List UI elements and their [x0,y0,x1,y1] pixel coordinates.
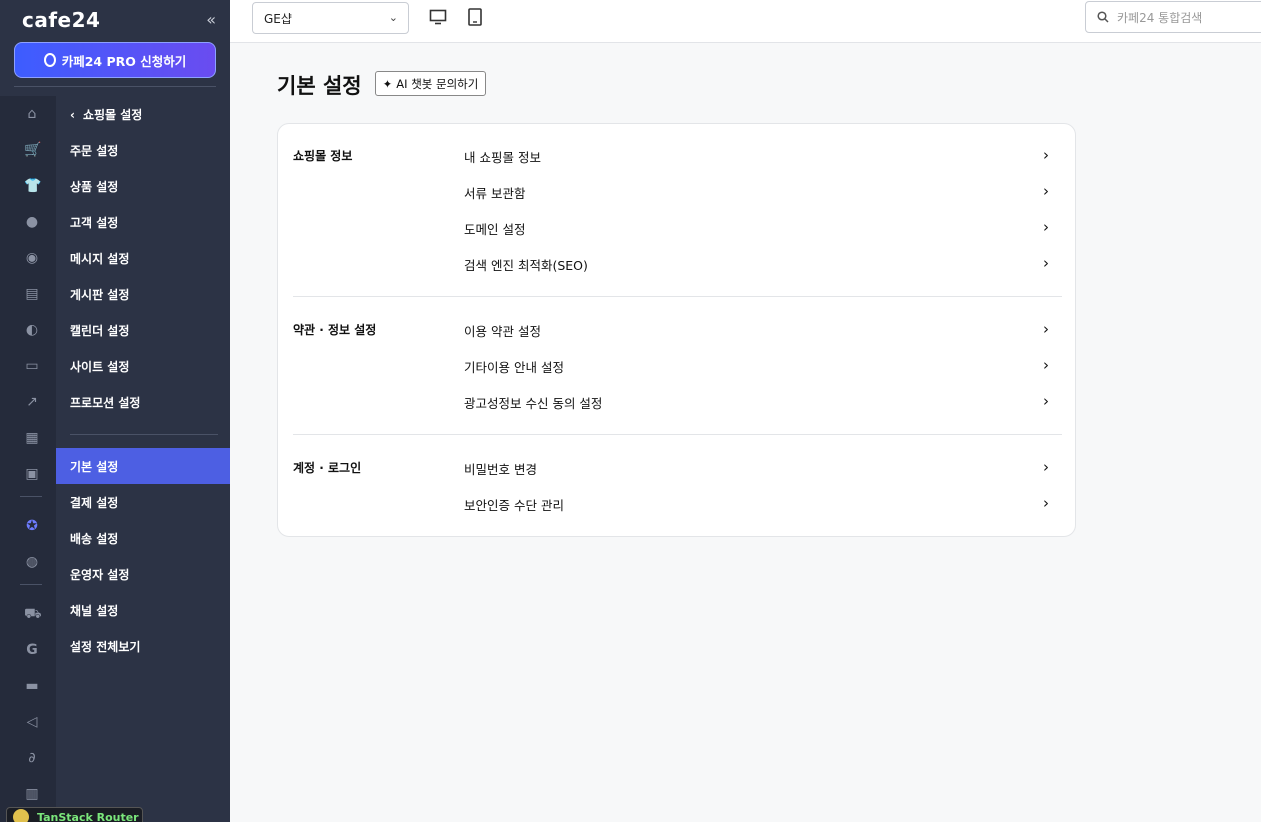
submenu-item-message[interactable]: 메시지 설정 [56,240,230,276]
shop-select-value: GE샵 [264,11,292,26]
link-label: 검색 엔진 최적화(SEO) [464,257,588,273]
chevron-down-icon: ⌄ [388,11,398,24]
submenu-item-product[interactable]: 상품 설정 [56,168,230,204]
chevron-right-icon: › [1043,494,1049,512]
link-terms-of-use[interactable]: 이용 약관 설정 › [464,320,1049,340]
sidebar: cafe24 « 카페24 PRO 신청하기 ⌂ 🛒 👕 ● ◉ ▤ ◐ ▭ ↗… [0,0,230,822]
chevron-right-icon: › [1043,320,1049,338]
chevron-right-icon: › [1043,458,1049,476]
submenu-item-customer[interactable]: 고객 설정 [56,204,230,240]
link-label: 비밀번호 변경 [464,461,537,477]
briefcase-icon[interactable]: ▬ [24,678,40,694]
settings-card: 쇼핑몰 정보 내 쇼핑몰 정보 › 서류 보관함 › 도메인 설정 › 검색 엔… [277,123,1076,537]
cake-icon[interactable]: ▥ [24,786,40,802]
ai-chatbot-button[interactable]: ✦ AI 챗봇 문의하기 [375,71,486,96]
devtools-label: TanStack Router [37,810,139,822]
section-divider [293,434,1062,435]
submenu-item-basic[interactable]: 기본 설정 [56,448,230,484]
submenu-item-promotion[interactable]: 프로모션 설정 [56,384,230,420]
page-title: 기본 설정 [277,74,362,98]
search-icon [1097,11,1109,23]
link-document-storage[interactable]: 서류 보관함 › [464,182,1049,202]
tablet-icon[interactable] [467,8,483,26]
google-icon[interactable]: G [24,642,40,658]
back-label: 쇼핑몰 설정 [82,108,143,122]
link-label: 기타이용 안내 설정 [464,359,564,375]
chat-icon[interactable]: ◉ [24,250,40,266]
sparkle-icon: ✦ [382,76,393,91]
chevron-left-icon: ‹ [70,107,75,122]
truck-icon[interactable]: ⛟ [24,606,42,622]
icon-rail: ⌂ 🛒 👕 ● ◉ ▤ ◐ ▭ ↗ ▦ ▣ ✪ ◍ ⛟ G ▬ ◁ ∂ ▥ [0,96,56,822]
palette-icon[interactable]: ◐ [24,322,40,338]
megaphone-icon[interactable]: ◁ [24,714,40,730]
home-icon[interactable]: ⌂ [24,106,40,122]
link-label: 내 쇼핑몰 정보 [464,149,541,165]
link-label: 서류 보관함 [464,185,526,201]
chevron-right-icon: › [1043,218,1049,236]
shirt-icon[interactable]: 👕 [24,178,41,194]
board-icon[interactable]: ▤ [24,286,40,302]
cafe24-logo[interactable]: cafe24 [22,8,100,32]
cart-icon[interactable]: 🛒 [24,142,41,158]
link-label: 보안인증 수단 관리 [464,497,564,513]
chevron-right-icon: › [1043,356,1049,374]
search-placeholder: 카페24 통합검색 [1117,10,1203,25]
link-my-shop-info[interactable]: 내 쇼핑몰 정보 › [464,146,1049,166]
submenu-divider [70,434,218,435]
rail-divider [20,584,42,585]
sidebar-divider [14,86,216,87]
link-domain-settings[interactable]: 도메인 설정 › [464,218,1049,238]
link-label: 도메인 설정 [464,221,526,237]
user-icon[interactable]: ● [24,214,40,230]
stats-icon[interactable]: ▦ [24,430,40,446]
excel-icon[interactable]: ▣ [24,466,40,482]
globe-icon[interactable]: ◍ [24,554,40,570]
shop-select[interactable]: GE샵 ⌄ [252,2,409,34]
tanstack-router-devtools[interactable]: TanStack Router [6,807,143,822]
ai-chatbot-label: AI 챗봇 문의하기 [396,76,479,91]
submenu-item-shipping[interactable]: 배송 설정 [56,520,230,556]
submenu-item-payment[interactable]: 결제 설정 [56,484,230,520]
submenu-item-calendar[interactable]: 캘린더 설정 [56,312,230,348]
chevron-right-icon: › [1043,182,1049,200]
section-divider [293,296,1062,297]
medal-icon [43,53,56,67]
section-title-shop-info: 쇼핑몰 정보 [293,149,353,163]
submenu-item-channel[interactable]: 채널 설정 [56,592,230,628]
section-title-terms: 약관 · 정보 설정 [293,323,377,337]
submenu-item-operator[interactable]: 운영자 설정 [56,556,230,592]
top-header: GE샵 ⌄ 카페24 통합검색 [230,0,1261,43]
link-other-usage-guide[interactable]: 기타이용 안내 설정 › [464,356,1049,376]
global-search[interactable]: 카페24 통합검색 [1085,1,1261,33]
submenu-item-all-settings[interactable]: 설정 전체보기 [56,628,230,664]
tanstack-logo-icon [13,809,29,822]
rail-divider [20,496,42,497]
chevron-right-icon: › [1043,392,1049,410]
chart-icon[interactable]: ↗ [24,394,40,410]
link-change-password[interactable]: 비밀번호 변경 › [464,458,1049,478]
link-label: 이용 약관 설정 [464,323,541,339]
medal-icon[interactable]: ✪ [24,518,40,534]
chevron-right-icon: › [1043,146,1049,164]
link-label: 광고성정보 수신 동의 설정 [464,395,603,411]
link-icon[interactable]: ∂ [24,750,40,766]
link-seo[interactable]: 검색 엔진 최적화(SEO) › [464,254,1049,274]
pro-apply-button[interactable]: 카페24 PRO 신청하기 [14,42,216,78]
desktop-icon[interactable] [429,9,447,25]
link-ad-consent[interactable]: 광고성정보 수신 동의 설정 › [464,392,1049,412]
chevron-right-icon: › [1043,254,1049,272]
collapse-sidebar-icon[interactable]: « [206,10,216,29]
back-to-shop-settings[interactable]: ‹ 쇼핑몰 설정 [70,106,142,123]
section-title-account: 계정 · 로그인 [293,461,362,475]
submenu-item-site[interactable]: 사이트 설정 [56,348,230,384]
submenu-item-order[interactable]: 주문 설정 [56,132,230,168]
submenu-item-board[interactable]: 게시판 설정 [56,276,230,312]
link-security-auth[interactable]: 보안인증 수단 관리 › [464,494,1049,514]
ticket-icon[interactable]: ▭ [24,358,40,374]
pro-apply-label: 카페24 PRO 신청하기 [61,53,187,69]
